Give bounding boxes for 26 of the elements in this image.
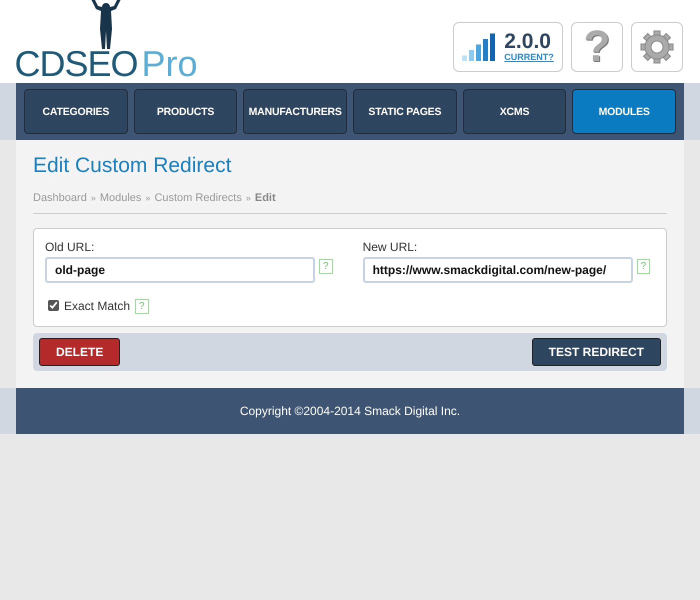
checkbox-label: Exact Match xyxy=(64,298,130,312)
breadcrumb-separator: » xyxy=(246,193,251,203)
current-page-label: Edit xyxy=(254,192,276,204)
exact-match-checkbox[interactable] xyxy=(48,300,59,311)
settings-icon xyxy=(640,30,674,64)
nav-tab[interactable]: XCMS xyxy=(462,89,566,134)
url-input[interactable]: old-page xyxy=(45,257,315,283)
logo-text: CDSEO xyxy=(14,45,138,83)
breadcrumb-separator: » xyxy=(90,193,96,203)
nav-tab[interactable]: MODULES xyxy=(572,89,676,134)
version-number: 2.0.0 xyxy=(504,32,552,52)
nav-tab[interactable]: CATEGORIES xyxy=(24,89,128,134)
nav-tab[interactable]: PRODUCTS xyxy=(134,89,238,134)
logo-suffix: Pro xyxy=(142,45,198,83)
settings-button[interactable] xyxy=(631,22,683,72)
field-label: Old URL: xyxy=(45,240,96,254)
current-link[interactable]: CURRENT? xyxy=(504,52,554,62)
delete-button[interactable]: DELETE xyxy=(39,338,120,366)
copyright-text: Copyright ©2004-2014 Smack Digital Inc. xyxy=(240,404,460,418)
page-title: Edit Custom Redirect xyxy=(33,154,232,178)
breadcrumb-separator: » xyxy=(145,193,150,203)
test-redirect-button[interactable]: TEST REDIRECT xyxy=(532,338,661,366)
nav-tab[interactable]: MANUFACTURERS xyxy=(243,89,348,134)
field-label: New URL: xyxy=(362,240,418,254)
nav-tab[interactable]: STATIC PAGES xyxy=(353,89,457,134)
url-input[interactable]: https://www.smackdigital.com/new-page/ xyxy=(362,257,633,283)
